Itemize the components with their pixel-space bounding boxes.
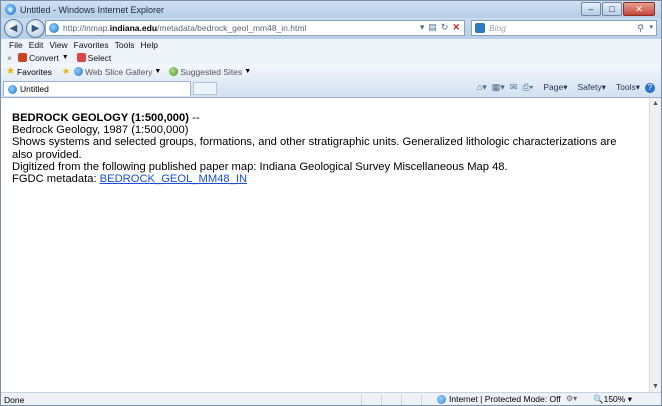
menu-edit[interactable]: Edit bbox=[29, 40, 44, 50]
document-heading: BEDROCK GEOLOGY (1:500,000) -- bbox=[12, 112, 637, 124]
web-slice-gallery-link[interactable]: Web Slice Gallery bbox=[85, 67, 152, 77]
window-title: Untitled - Windows Internet Explorer bbox=[20, 4, 165, 15]
back-button[interactable]: ◀ bbox=[4, 19, 23, 38]
address-url[interactable]: http://inmap.indiana.edu/metadata/bedroc… bbox=[63, 23, 306, 33]
convert-dropdown-icon[interactable]: ▼ bbox=[62, 54, 69, 61]
status-bar: Done Internet | Protected Mode: Off ⚙▾ 🔍… bbox=[1, 392, 661, 405]
close-button[interactable]: ✕ bbox=[623, 2, 655, 16]
search-placeholder: Bing bbox=[489, 23, 507, 33]
tools-menu[interactable]: Tools▾ bbox=[611, 82, 640, 93]
status-divider bbox=[361, 395, 362, 405]
menu-favorites[interactable]: Favorites bbox=[74, 40, 109, 50]
compatibility-view-icon[interactable]: ▤ bbox=[428, 22, 437, 33]
favorites-center-icon[interactable]: ⚙▾ bbox=[566, 394, 577, 403]
metadata-document: BEDROCK GEOLOGY (1:500,000) -- Bedrock G… bbox=[12, 112, 637, 185]
address-actions: ▾ ▤ ↻ ✕ bbox=[416, 22, 460, 33]
feeds-icon[interactable]: ▦▾ bbox=[492, 82, 505, 93]
home-icon[interactable]: ⌂▾ bbox=[477, 82, 487, 93]
help-icon[interactable]: ? bbox=[645, 82, 655, 93]
menu-view[interactable]: View bbox=[49, 40, 67, 50]
menu-help[interactable]: Help bbox=[140, 40, 157, 50]
fgdc-metadata-link[interactable]: BEDROCK_GEOL_MM48_IN bbox=[100, 173, 247, 185]
favorites-button[interactable]: Favorites bbox=[17, 67, 52, 77]
status-divider bbox=[381, 395, 382, 405]
command-bar: ⌂▾ ▦▾ ✉ ⎙▾ Page▾ Safety▾ Tools▾ ? bbox=[472, 82, 655, 93]
new-tab-button[interactable] bbox=[193, 82, 217, 95]
tab-page-icon bbox=[8, 84, 17, 94]
suggested-sites-icon bbox=[169, 67, 179, 76]
ie-logo-icon: e bbox=[5, 4, 16, 15]
scroll-up-icon[interactable]: ▲ bbox=[650, 98, 661, 109]
convert-toolbar: × Convert ▼ Select bbox=[1, 51, 661, 65]
search-icon[interactable]: ⚲ bbox=[637, 23, 644, 34]
bing-icon bbox=[475, 23, 485, 33]
web-slice-icon bbox=[74, 67, 84, 76]
page-menu[interactable]: Page▾ bbox=[538, 82, 567, 93]
document-line-3: Digitized from the following published p… bbox=[12, 160, 508, 173]
select-button[interactable]: Select bbox=[88, 53, 112, 63]
address-bar[interactable]: http://inmap.indiana.edu/metadata/bedroc… bbox=[45, 20, 465, 36]
zoom-level[interactable]: 🔍150% ▾ bbox=[593, 394, 632, 405]
status-text: Done bbox=[4, 394, 25, 405]
print-icon[interactable]: ⎙▾ bbox=[522, 82, 533, 93]
tab-untitled[interactable]: Untitled bbox=[3, 81, 191, 96]
convert-icon bbox=[17, 53, 27, 62]
select-icon bbox=[76, 53, 86, 62]
mail-icon[interactable]: ✉ bbox=[510, 82, 518, 93]
title-bar: e Untitled - Windows Internet Explorer –… bbox=[1, 1, 661, 18]
dropdown-icon[interactable]: ▾ bbox=[420, 22, 425, 33]
close-toolbar-icon[interactable]: × bbox=[7, 53, 12, 63]
favorites-bar: ★ Favorites ★ Web Slice Gallery ▼ Sugges… bbox=[1, 64, 661, 80]
security-zone[interactable]: Internet | Protected Mode: Off bbox=[449, 394, 561, 404]
page-icon bbox=[49, 23, 59, 33]
safety-menu[interactable]: Safety▾ bbox=[572, 82, 605, 93]
suggested-sites-dropdown-icon[interactable]: ▼ bbox=[244, 68, 251, 75]
tab-bar: Untitled ⌂▾ ▦▾ ✉ ⎙▾ Page▾ Safety▾ Tools▾… bbox=[1, 79, 661, 98]
web-slice-dropdown-icon[interactable]: ▼ bbox=[154, 68, 161, 75]
window-controls: – □ ✕ bbox=[580, 2, 655, 16]
fgdc-label: FGDC metadata: bbox=[12, 173, 100, 186]
internet-zone-icon bbox=[437, 395, 446, 404]
vertical-scrollbar[interactable]: ▲ ▼ bbox=[649, 98, 661, 392]
refresh-icon[interactable]: ↻ bbox=[441, 22, 449, 33]
convert-button[interactable]: Convert bbox=[29, 53, 59, 63]
navigation-bar: ◀ ▶ http://inmap.indiana.edu/metadata/be… bbox=[1, 18, 661, 39]
favorites-star-icon: ★ bbox=[6, 66, 15, 77]
add-favorite-icon[interactable]: ★ bbox=[62, 66, 70, 77]
suggested-sites-link[interactable]: Suggested Sites bbox=[180, 67, 242, 77]
status-divider bbox=[401, 395, 402, 405]
document-line-2: Shows systems and selected groups, forma… bbox=[12, 136, 617, 161]
tab-title: Untitled bbox=[20, 84, 49, 94]
scroll-down-icon[interactable]: ▼ bbox=[650, 381, 661, 392]
document-title: BEDROCK GEOLOGY (1:500,000) bbox=[12, 112, 189, 124]
search-dropdown-icon[interactable]: ▾ bbox=[649, 23, 653, 31]
search-box[interactable]: Bing ⚲ ▾ bbox=[471, 20, 657, 36]
menu-bar: File Edit View Favorites Tools Help bbox=[1, 39, 661, 51]
menu-file[interactable]: File bbox=[9, 40, 23, 50]
page-content: BEDROCK GEOLOGY (1:500,000) -- Bedrock G… bbox=[1, 98, 649, 392]
forward-button[interactable]: ▶ bbox=[26, 19, 45, 38]
status-divider bbox=[421, 395, 422, 405]
document-line-1: Bedrock Geology, 1987 (1:500,000) bbox=[12, 124, 189, 137]
menu-tools[interactable]: Tools bbox=[115, 40, 135, 50]
minimize-button[interactable]: – bbox=[581, 2, 601, 16]
maximize-button[interactable]: □ bbox=[602, 2, 622, 16]
title-suffix: -- bbox=[188, 112, 200, 124]
fgdc-row: FGDC metadata: BEDROCK_GEOL_MM48_IN bbox=[12, 173, 637, 185]
stop-icon[interactable]: ✕ bbox=[452, 22, 460, 33]
browser-window: e Untitled - Windows Internet Explorer –… bbox=[0, 0, 662, 406]
